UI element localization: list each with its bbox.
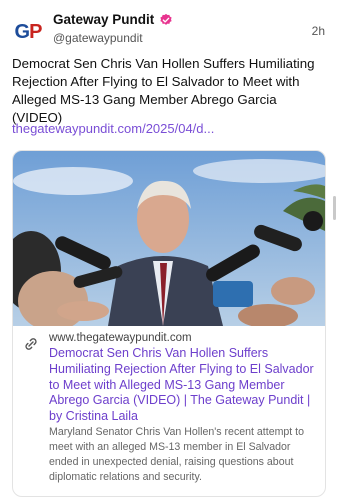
card-description: Maryland Senator Chris Van Hollen's rece… [49, 426, 305, 483]
card-domain: www.thegatewaypundit.com [49, 332, 192, 344]
link-icon [25, 338, 37, 350]
post-timestamp[interactable]: 2h [312, 24, 325, 38]
post-link[interactable]: thegatewaypundit.com/2025/04/d... [12, 121, 214, 136]
link-preview-card[interactable]: www.thegatewaypundit.com Democrat Sen Ch… [12, 150, 326, 497]
account-handle[interactable]: @gatewaypundit [53, 31, 143, 45]
preview-image [13, 151, 325, 326]
account-name[interactable]: Gateway Pundit [53, 12, 154, 27]
scrollbar[interactable] [333, 196, 336, 220]
avatar[interactable]: GP [12, 16, 44, 48]
account-name-row: Gateway Pundit [53, 12, 173, 27]
card-title[interactable]: Democrat Sen Chris Van Hollen Suffers Hu… [49, 346, 317, 425]
logo-gp: GP [14, 20, 43, 43]
post[interactable]: GP Gateway Pundit @gatewaypundit 2h Demo… [0, 0, 338, 500]
post-text: Democrat Sen Chris Van Hollen Suffers Hu… [12, 56, 315, 125]
verified-badge-icon [160, 13, 172, 25]
